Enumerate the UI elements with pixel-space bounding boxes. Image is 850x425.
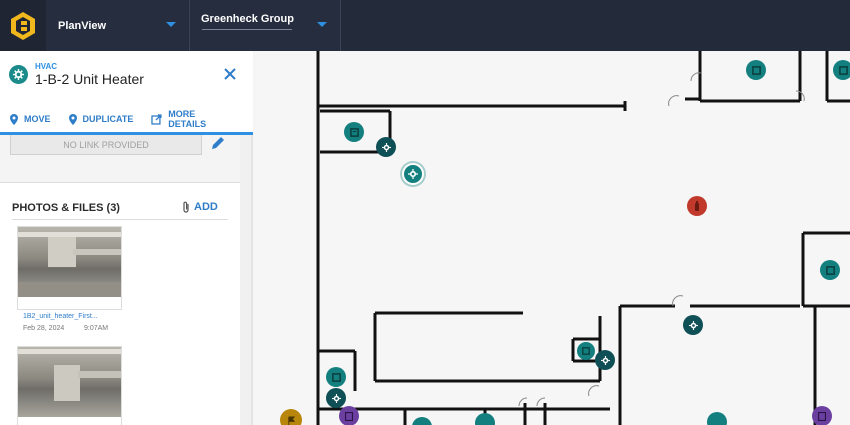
file-name-link[interactable]: 1B2_unit_heater_First... <box>23 313 98 320</box>
unit-box-icon <box>582 347 590 355</box>
electrical-panel-icon <box>818 411 826 421</box>
gear-icon <box>688 320 698 330</box>
hvac-gear-icon <box>9 65 28 84</box>
photos-files-header: PHOTOS & FILES (3) <box>12 202 120 214</box>
hvac-marker-selected[interactable] <box>402 163 424 185</box>
more-details-button[interactable]: MORE DETAILS <box>151 109 235 129</box>
asset-category: HVAC <box>35 62 58 71</box>
paperclip-icon <box>183 201 189 213</box>
location-pin-icon <box>68 113 77 125</box>
file-date: Feb 28, 2024 <box>23 325 65 332</box>
location-pin-icon <box>10 113 18 125</box>
fire-extinguisher-icon <box>695 201 699 211</box>
gas-marker[interactable] <box>280 409 302 425</box>
close-icon[interactable] <box>222 66 238 82</box>
hvac-gear-marker[interactable] <box>326 388 346 408</box>
asset-title: 1-B-2 Unit Heater <box>35 71 144 87</box>
hvac-unit-marker[interactable] <box>577 342 595 360</box>
link-value: NO LINK PROVIDED <box>63 139 149 150</box>
app-selector-label: PlanView <box>58 20 107 32</box>
hexagon-logo-icon[interactable] <box>0 0 46 51</box>
hvac-unit-marker[interactable] <box>820 260 840 280</box>
chevron-down-icon <box>166 22 176 27</box>
move-label: MOVE <box>24 114 51 124</box>
link-section: NO LINK PROVIDED <box>0 135 240 183</box>
file-time: 9:07AM <box>84 325 109 332</box>
external-link-icon <box>151 113 162 125</box>
hvac-gear-marker[interactable] <box>595 350 615 370</box>
unit-box-icon <box>349 127 359 137</box>
electrical-marker[interactable] <box>812 406 832 425</box>
unit-box-icon <box>331 372 341 382</box>
asset-detail-panel: HVAC 1-B-2 Unit Heater MOVE DUPLICATE MO… <box>0 51 253 425</box>
move-button[interactable]: MOVE <box>10 109 51 129</box>
floor-plan-map[interactable] <box>255 51 850 425</box>
action-bar: MOVE DUPLICATE MORE DETAILS <box>10 109 253 129</box>
hvac-unit-marker[interactable] <box>746 60 766 80</box>
org-selector-underline <box>202 29 292 30</box>
flag-icon <box>287 415 295 425</box>
duplicate-label: DUPLICATE <box>82 114 134 124</box>
gear-icon <box>331 393 341 403</box>
org-selector-label: Greenheck Group <box>201 13 294 25</box>
photos-divider <box>12 219 228 220</box>
chevron-down-icon <box>317 22 327 27</box>
unit-box-icon <box>838 65 848 75</box>
app-selector-dropdown[interactable]: PlanView <box>46 0 188 51</box>
panel-header: HVAC 1-B-2 Unit Heater MOVE DUPLICATE MO… <box>0 51 253 135</box>
unit-box-icon <box>825 265 835 275</box>
floor-plan-walls <box>316 51 850 425</box>
hvac-gear-marker[interactable] <box>376 137 396 157</box>
link-field[interactable]: NO LINK PROVIDED <box>10 135 202 155</box>
duplicate-button[interactable]: DUPLICATE <box>68 109 134 129</box>
hvac-unit-marker[interactable] <box>326 367 346 387</box>
more-details-label: MORE DETAILS <box>168 109 207 129</box>
file-thumbnail-2[interactable] <box>17 346 122 425</box>
fire-extinguisher-marker[interactable] <box>687 196 707 216</box>
electrical-marker[interactable] <box>339 406 359 425</box>
unit-box-icon <box>751 65 761 75</box>
file-thumbnail-1[interactable] <box>17 226 122 310</box>
pencil-edit-icon[interactable] <box>210 135 226 151</box>
electrical-panel-icon <box>345 411 353 421</box>
gear-icon <box>600 355 610 365</box>
org-selector-dropdown[interactable]: Greenheck Group <box>189 0 341 51</box>
photo-thumbnail-image <box>18 347 121 417</box>
add-file-label: ADD <box>194 201 218 213</box>
gear-icon <box>408 169 418 179</box>
panel-scrollbar[interactable] <box>240 135 251 425</box>
hvac-unit-marker[interactable] <box>833 60 850 80</box>
hvac-unit-marker[interactable] <box>707 412 727 425</box>
hvac-unit-marker[interactable] <box>344 122 364 142</box>
gear-icon <box>381 142 391 152</box>
top-bar: PlanView Greenheck Group <box>0 0 850 51</box>
photo-thumbnail-image <box>18 227 121 297</box>
hvac-gear-marker[interactable] <box>683 315 703 335</box>
add-file-button[interactable]: ADD <box>182 201 218 213</box>
